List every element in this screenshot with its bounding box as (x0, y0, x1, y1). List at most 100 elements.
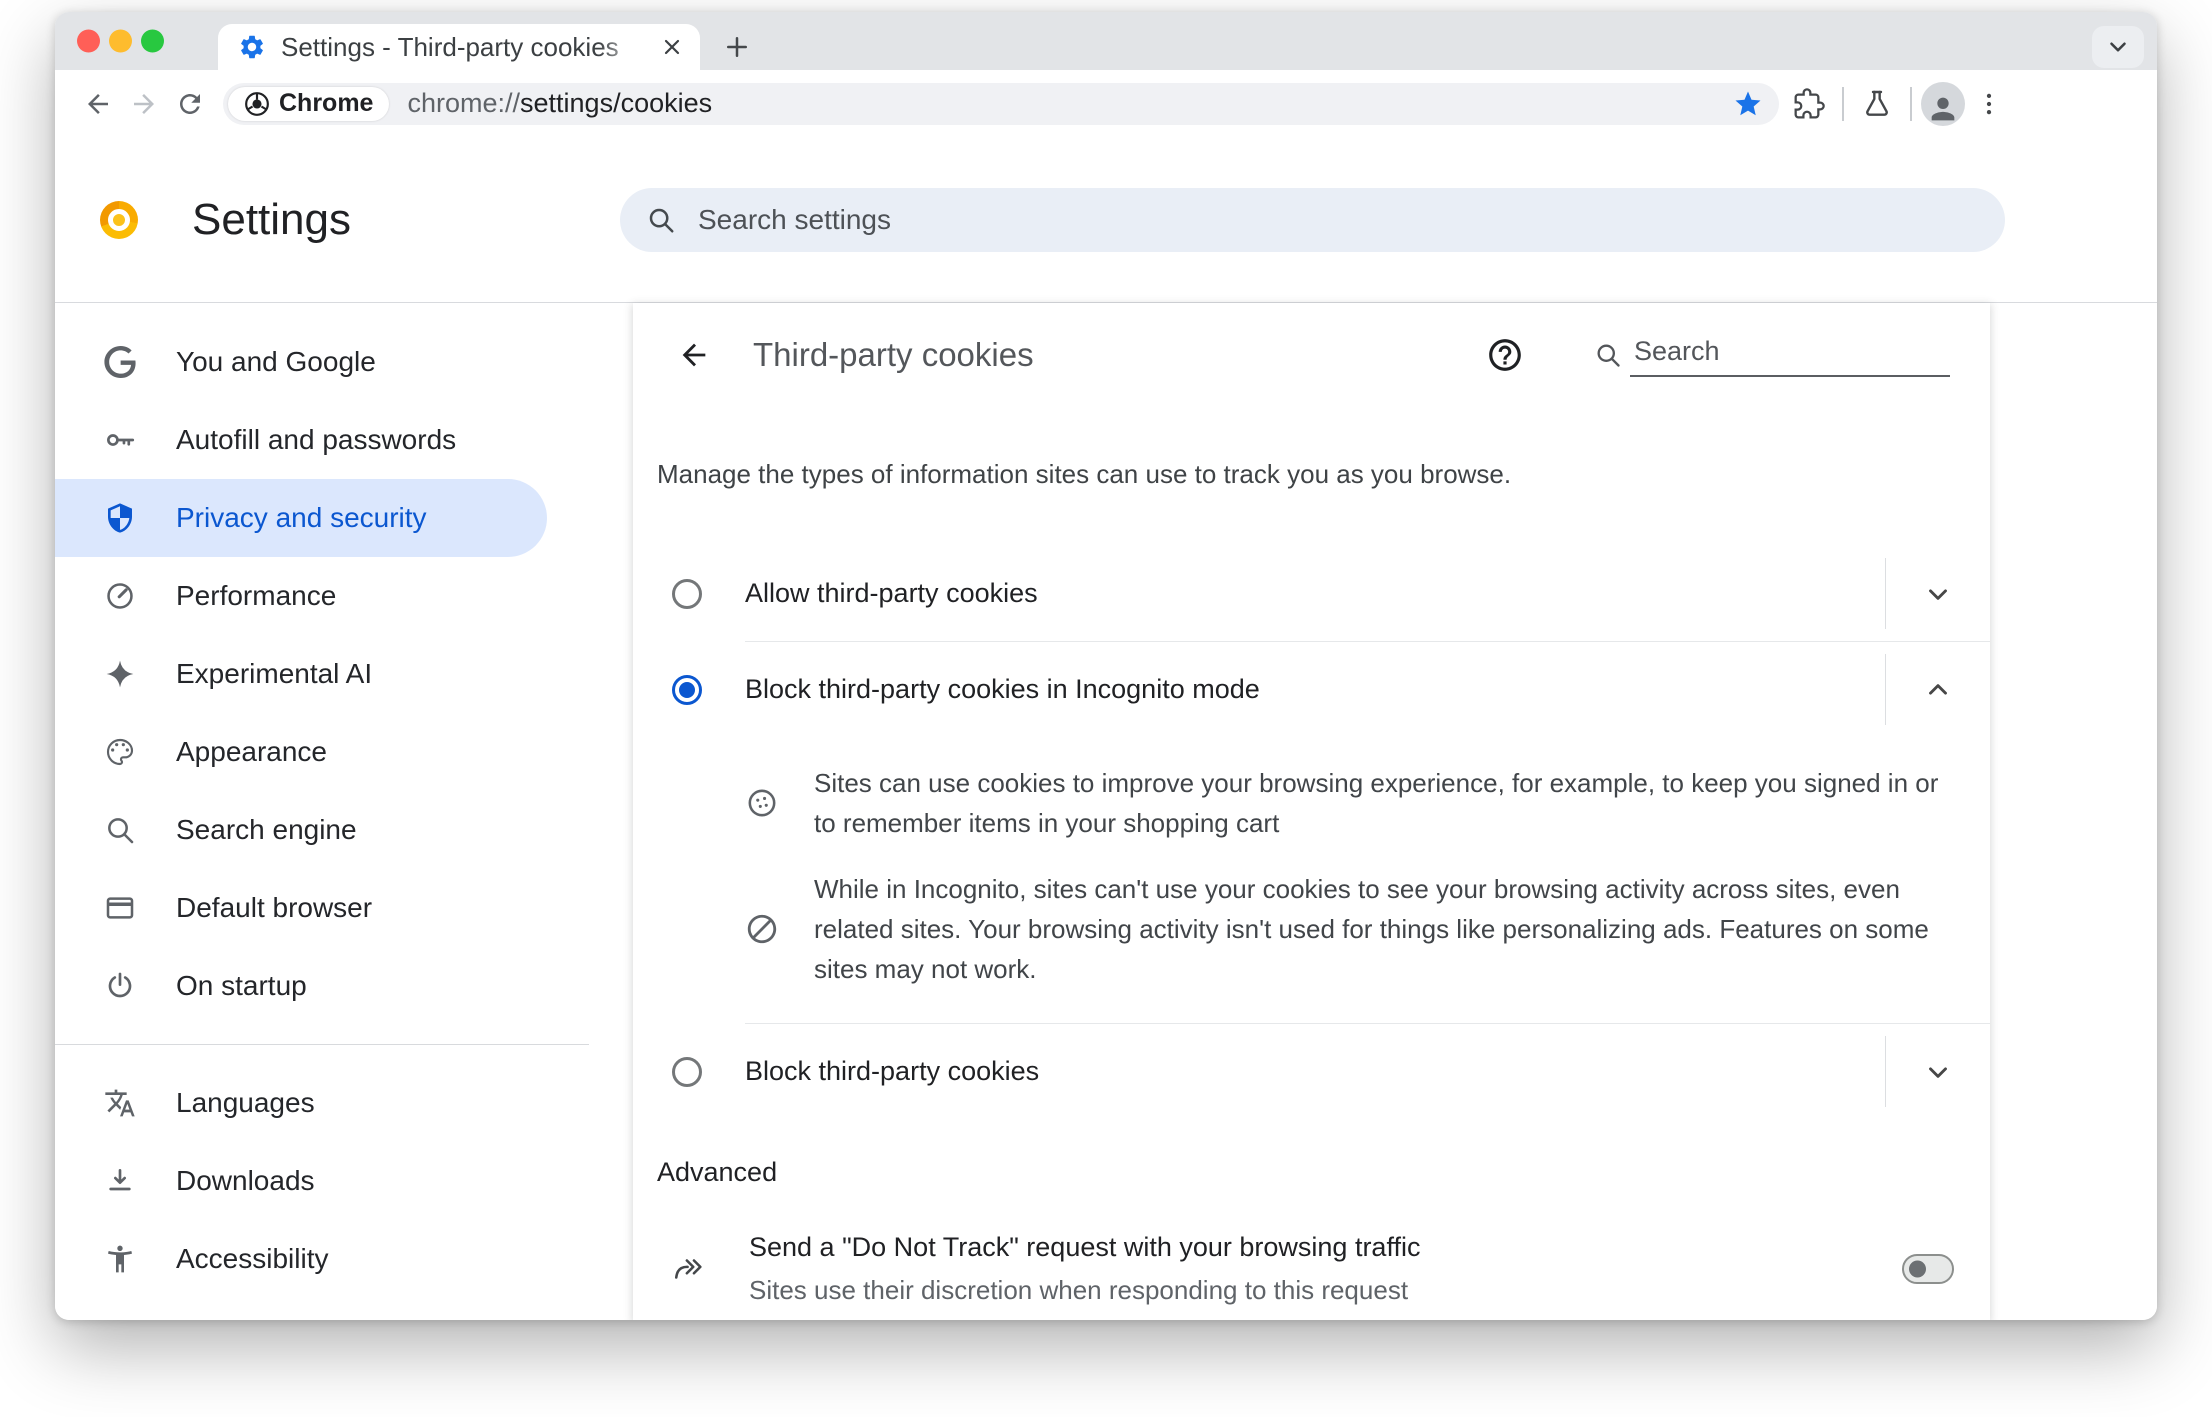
browser-window-icon (103, 892, 137, 924)
close-tab-icon[interactable] (660, 35, 684, 59)
chevron-down-icon (1929, 588, 1947, 600)
do-not-track-title: Send a "Do Not Track" request with your … (749, 1232, 1421, 1262)
close-window-button[interactable] (77, 29, 100, 53)
detail-text: Sites can use cookies to improve your br… (814, 768, 1939, 838)
radio-selected[interactable] (672, 674, 702, 705)
menu-kebab-icon[interactable] (1965, 80, 2013, 128)
detail-text: While in Incognito, sites can't use your… (814, 874, 1929, 984)
do-not-track-text: Send a "Do Not Track" request with your … (749, 1232, 1902, 1306)
chrome-logo-icon (244, 91, 270, 117)
content-header: Third-party cookies (633, 303, 1990, 407)
search-icon (103, 814, 137, 846)
sidebar-item-default-browser[interactable]: Default browser (55, 869, 547, 947)
active-tab[interactable]: Settings - Third-party cookies (218, 24, 700, 70)
zoom-window-button[interactable] (141, 29, 164, 53)
sidebar-item-search-engine[interactable]: Search engine (55, 791, 547, 869)
collapse-button[interactable] (1886, 642, 1990, 737)
back-arrow-icon[interactable] (677, 338, 711, 372)
toolbar-divider (1842, 86, 1844, 121)
advanced-heading: Advanced (657, 1157, 778, 1187)
chrome-canary-logo-icon (100, 200, 138, 239)
translate-icon (103, 1087, 137, 1119)
tab-search-button[interactable] (2092, 26, 2144, 68)
option-label: Block third-party cookies in Incognito m… (745, 674, 1260, 704)
do-not-track-subtitle: Sites use their discretion when respondi… (749, 1275, 1409, 1305)
browser-window: Settings - Third-party cookies Chrome ch… (55, 12, 2157, 1320)
sidebar-item-label: On startup (176, 970, 307, 1001)
settings-gear-icon (238, 33, 266, 61)
url-path: settings/cookies (520, 88, 713, 118)
settings-header: Settings (55, 137, 2157, 303)
minimize-window-button[interactable] (109, 29, 132, 53)
settings-body: You and Google Autofill and passwords Pr… (55, 303, 2157, 1320)
extensions-icon[interactable] (1785, 80, 1833, 128)
tab-title: Settings - Third-party cookies (281, 31, 645, 63)
radio-unselected[interactable] (672, 578, 702, 609)
sidebar-item-on-startup[interactable]: On startup (55, 947, 547, 1025)
url-scheme: chrome:// (407, 88, 521, 118)
speedometer-icon (103, 580, 137, 612)
sidebar-item-performance[interactable]: Performance (55, 557, 547, 635)
experiments-flask-icon[interactable] (1853, 80, 1901, 128)
sidebar-item-label: Default browser (176, 892, 373, 923)
option-block-third-party-cookies[interactable]: Block third-party cookies (633, 1024, 1990, 1119)
app-title: Settings (192, 194, 351, 244)
cookie-icon (745, 786, 779, 820)
settings-sidebar: You and Google Autofill and passwords Pr… (55, 303, 633, 1320)
sidebar-item-autofill[interactable]: Autofill and passwords (55, 401, 547, 479)
help-icon[interactable] (1486, 336, 1524, 374)
sidebar-item-privacy-and-security[interactable]: Privacy and security (55, 479, 547, 557)
palette-icon (103, 736, 137, 768)
sidebar-item-appearance[interactable]: Appearance (55, 713, 547, 791)
sidebar-item-label: Languages (176, 1087, 315, 1118)
option-block-third-party-incognito[interactable]: Block third-party cookies in Incognito m… (633, 642, 1990, 737)
site-info-chip[interactable]: Chrome (228, 86, 390, 121)
page-search[interactable] (1594, 333, 1950, 377)
back-button[interactable] (75, 81, 121, 127)
shield-icon (103, 502, 137, 534)
profile-avatar[interactable] (1921, 81, 1965, 126)
new-tab-button[interactable] (714, 24, 760, 70)
option-allow-third-party-cookies[interactable]: Allow third-party cookies (633, 546, 1990, 641)
radio-unselected[interactable] (672, 1056, 702, 1087)
toolbar-divider (1910, 86, 1912, 121)
expand-button[interactable] (1886, 546, 1990, 641)
settings-search-input[interactable] (698, 203, 1979, 236)
search-icon (1594, 341, 1622, 377)
sidebar-divider (55, 1044, 589, 1045)
forward-button[interactable] (121, 81, 167, 127)
cookie-options: Allow third-party cookies Block third-pa… (633, 546, 1990, 1119)
key-icon (103, 423, 137, 457)
search-icon (646, 205, 676, 235)
blocked-icon (745, 912, 779, 946)
do-not-track-arrow-icon (672, 1252, 706, 1286)
address-bar[interactable]: Chrome chrome://settings/cookies (223, 82, 1779, 125)
sidebar-item-languages[interactable]: Languages (55, 1064, 547, 1142)
bookmark-star-icon[interactable] (1733, 89, 1763, 119)
settings-search-box[interactable] (620, 187, 2005, 252)
toggle-knob (1909, 1260, 1926, 1278)
sidebar-item-experimental-ai[interactable]: Experimental AI (55, 635, 547, 713)
do-not-track-toggle[interactable] (1902, 1254, 1954, 1284)
sidebar-item-label: Search engine (176, 814, 357, 845)
sidebar-item-you-and-google[interactable]: You and Google (55, 323, 547, 401)
power-icon (103, 970, 137, 1002)
reload-button[interactable] (167, 81, 213, 127)
chevron-down-icon (1929, 1066, 1947, 1078)
content-card: Third-party cookies Manage the types of … (633, 303, 1990, 1320)
sidebar-item-label: Downloads (176, 1165, 315, 1196)
sidebar-item-label: Experimental AI (176, 658, 373, 689)
sidebar-item-downloads[interactable]: Downloads (55, 1142, 547, 1220)
sidebar-item-label: Accessibility (176, 1243, 329, 1274)
sidebar-item-accessibility[interactable]: Accessibility (55, 1220, 547, 1298)
sparkle-icon (103, 658, 137, 690)
page-search-input[interactable] (1630, 333, 1950, 377)
page-title: Third-party cookies (753, 336, 1034, 373)
option-label: Block third-party cookies (745, 1056, 1040, 1086)
option-details: Sites can use cookies to improve your br… (633, 737, 1990, 1023)
sidebar-item-label: You and Google (176, 346, 376, 377)
detail-item: While in Incognito, sites can't use your… (745, 869, 1940, 989)
window-controls (77, 29, 164, 53)
chevron-up-icon (1929, 683, 1947, 695)
expand-button[interactable] (1886, 1024, 1990, 1119)
